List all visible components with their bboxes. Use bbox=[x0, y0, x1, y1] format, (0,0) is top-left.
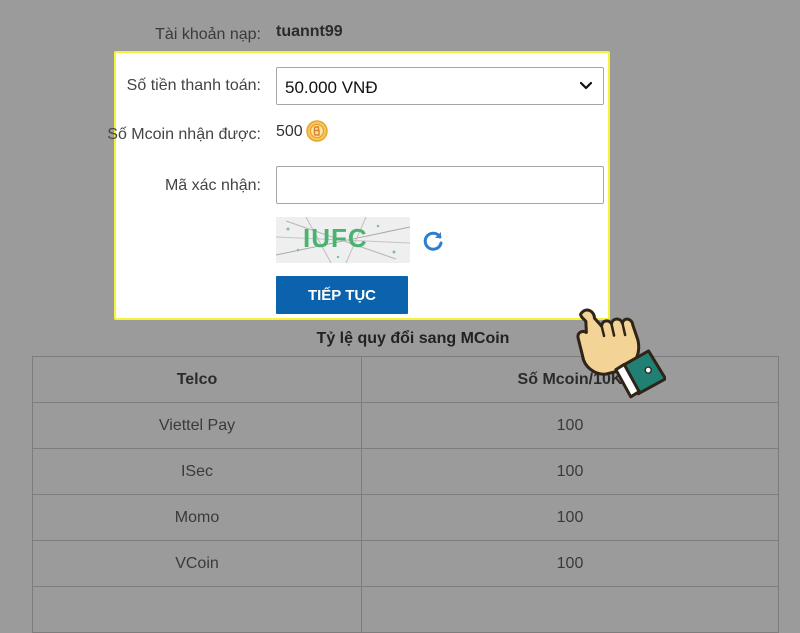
table-row: VCoin 100 bbox=[32, 540, 779, 587]
mcoin-value: 500 bbox=[276, 123, 303, 140]
table-row: Viettel Pay 100 bbox=[32, 402, 779, 449]
amount-select[interactable]: 50.000 VNĐ bbox=[276, 67, 604, 105]
mcoin-cell: 100 bbox=[361, 448, 779, 495]
chevron-down-icon bbox=[579, 81, 593, 90]
mcoin-cell: 100 bbox=[361, 402, 779, 449]
table-row: Momo 100 bbox=[32, 494, 779, 541]
mcoin-label: Số Mcoin nhận được: bbox=[107, 126, 261, 143]
telco-cell bbox=[32, 586, 362, 633]
account-label: Tài khoản nạp: bbox=[155, 26, 261, 43]
amount-select-value: 50.000 VNĐ bbox=[285, 78, 378, 97]
telco-cell: ISec bbox=[32, 448, 362, 495]
captcha-input[interactable] bbox=[276, 166, 604, 204]
coin-icon bbox=[306, 120, 328, 142]
rates-title: Tỷ lệ quy đổi sang MCoin bbox=[316, 330, 510, 347]
header-telco: Telco bbox=[32, 356, 362, 403]
payment-panel: Số tiền thanh toán: 50.000 VNĐ Số Mcoin … bbox=[107, 51, 610, 320]
account-value: tuannt99 bbox=[276, 23, 343, 40]
captcha-label: Mã xác nhận: bbox=[164, 177, 261, 194]
telco-cell: Viettel Pay bbox=[32, 402, 362, 449]
account-row: Tài khoản nạp: tuannt99 bbox=[0, 22, 800, 46]
mcoin-cell bbox=[361, 586, 779, 633]
telco-cell: Momo bbox=[32, 494, 362, 541]
captcha-image: IUFC bbox=[276, 217, 410, 263]
table-header-row: Telco Số Mcoin/10K bbox=[32, 356, 779, 403]
mcoin-cell: 100 bbox=[361, 494, 779, 541]
continue-button[interactable]: TIẾP TỤC bbox=[276, 276, 408, 314]
mcoin-cell: 100 bbox=[361, 540, 779, 587]
pointing-hand-icon bbox=[576, 308, 666, 399]
amount-label: Số tiền thanh toán: bbox=[126, 77, 261, 94]
rates-table: Telco Số Mcoin/10K Viettel Pay 100 ISec … bbox=[32, 356, 779, 633]
captcha-text: IUFC bbox=[303, 223, 368, 253]
table-row: ISec 100 bbox=[32, 448, 779, 495]
telco-cell: VCoin bbox=[32, 540, 362, 587]
table-row bbox=[32, 586, 779, 633]
header-mcoin: Số Mcoin/10K bbox=[361, 356, 779, 403]
refresh-icon[interactable] bbox=[421, 229, 445, 253]
